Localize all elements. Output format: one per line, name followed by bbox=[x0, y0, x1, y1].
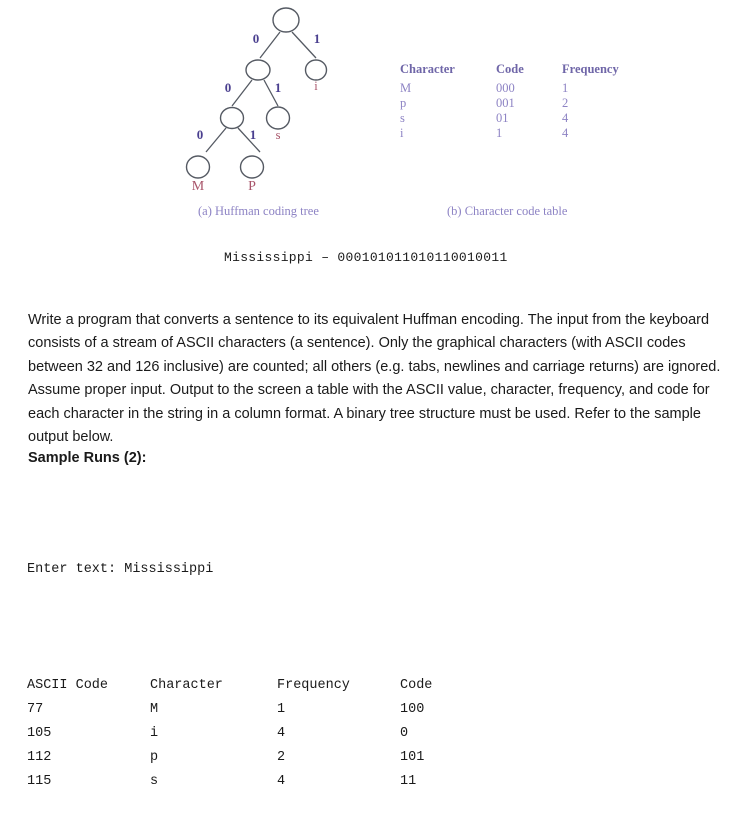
output-cell-frequency: 2 bbox=[277, 750, 286, 765]
tree-edge-n1-left bbox=[231, 79, 253, 107]
figure-caption-table: (b) Character code table bbox=[447, 204, 568, 218]
code-table-cell-character: i bbox=[400, 126, 404, 140]
output-table-header-frequency: Frequency bbox=[277, 678, 350, 693]
console-output-block: Enter text: Mississippi ASCII Code Chara… bbox=[27, 510, 480, 818]
table-row: 115 s 4 11 bbox=[27, 770, 480, 794]
character-code-table: Character Code Frequency M 000 1 p 001 2… bbox=[400, 62, 632, 141]
tree-edge-label-1-root: 1 bbox=[314, 31, 321, 46]
figure-caption-tree: (a) Huffman coding tree bbox=[198, 204, 319, 218]
output-cell-character: p bbox=[150, 750, 159, 765]
tree-edge-label-0-root: 0 bbox=[253, 31, 260, 46]
table-row: 112 p 2 101 bbox=[27, 746, 480, 770]
tree-node-leaf-m bbox=[185, 155, 211, 179]
output-cell-ascii: 115 bbox=[27, 774, 52, 789]
code-table-cell-code: 1 bbox=[496, 126, 503, 140]
sample-runs-heading: Sample Runs (2): bbox=[28, 450, 147, 466]
tree-edge-root-right bbox=[291, 31, 317, 59]
output-cell-frequency: 1 bbox=[277, 702, 286, 717]
tree-edge-label-1-n2: 1 bbox=[250, 127, 257, 142]
problem-statement-text: Write a program that converts a sentence… bbox=[28, 311, 721, 446]
code-table-cell-code: 001 bbox=[496, 96, 515, 110]
code-table-header-frequency: Frequency bbox=[562, 62, 619, 76]
encoded-example-line: Mississippi – 000101011010110010011 bbox=[224, 250, 508, 265]
output-cell-character: i bbox=[150, 726, 159, 741]
output-cell-character: M bbox=[150, 702, 159, 717]
output-cell-ascii: 112 bbox=[27, 750, 52, 765]
output-cell-ascii: 105 bbox=[27, 726, 52, 741]
console-output-table: ASCII Code Character Frequency Code 77 M… bbox=[27, 674, 480, 794]
output-table-header-ascii-code: ASCII Code bbox=[27, 678, 109, 693]
code-table-cell-code: 000 bbox=[496, 81, 515, 95]
output-cell-code: 0 bbox=[400, 726, 409, 741]
table-row: 77 M 1 100 bbox=[27, 698, 480, 722]
code-table-cell-character: p bbox=[400, 96, 407, 110]
output-cell-code: 101 bbox=[400, 750, 425, 765]
output-cell-ascii: 77 bbox=[27, 702, 44, 717]
tree-edge-n2-left bbox=[205, 127, 227, 153]
huffman-coding-tree-figure: 0 1 0 1 0 1 i s M P bbox=[180, 0, 360, 200]
tree-node-leaf-s bbox=[265, 106, 291, 130]
tree-leaf-label-p: P bbox=[248, 179, 256, 194]
code-table-cell-character: M bbox=[400, 81, 412, 95]
code-table-header-character: Character bbox=[400, 62, 455, 76]
table-row: s 01 4 bbox=[400, 111, 632, 126]
tree-leaf-label-s: s bbox=[276, 128, 281, 142]
figure-area: 0 1 0 1 0 1 i s M P (a) Huffman coding t… bbox=[0, 0, 747, 230]
tree-node-leaf-i bbox=[304, 59, 328, 81]
console-prompt-line: Enter text: Mississippi bbox=[27, 562, 214, 577]
table-row: i 1 4 bbox=[400, 126, 632, 141]
code-table-cell-frequency: 2 bbox=[562, 96, 569, 110]
code-table-cell-frequency: 4 bbox=[562, 111, 569, 125]
table-row: p 001 2 bbox=[400, 96, 632, 111]
code-table-cell-character: s bbox=[400, 111, 405, 125]
output-table-header-character: Character bbox=[150, 678, 223, 693]
output-cell-code: 11 bbox=[400, 774, 417, 789]
code-table-cell-frequency: 4 bbox=[562, 126, 569, 140]
code-table-header-code: Code bbox=[496, 62, 524, 76]
tree-leaf-label-i: i bbox=[314, 79, 318, 93]
output-cell-frequency: 4 bbox=[277, 774, 286, 789]
tree-edge-label-0-n1: 0 bbox=[225, 80, 232, 95]
tree-node-leaf-p bbox=[239, 155, 265, 179]
huffman-tree-diagram: 0 1 0 1 0 1 i s M P bbox=[185, 7, 328, 194]
table-row: M 000 1 bbox=[400, 81, 632, 96]
code-table-cell-frequency: 1 bbox=[562, 81, 569, 95]
output-cell-code: 100 bbox=[400, 702, 425, 717]
code-table-cell-code: 01 bbox=[496, 111, 509, 125]
tree-edge-root-left bbox=[259, 31, 281, 59]
tree-edge-label-0-n2: 0 bbox=[197, 127, 204, 142]
output-table-header-row: ASCII Code Character Frequency Code bbox=[27, 674, 480, 698]
tree-node-root bbox=[272, 7, 300, 33]
tree-node-internal-2 bbox=[219, 106, 245, 130]
code-table-header-row: Character Code Frequency bbox=[400, 62, 632, 81]
tree-node-internal-1 bbox=[245, 59, 271, 81]
output-cell-frequency: 4 bbox=[277, 726, 286, 741]
table-row: 105 i 4 0 bbox=[27, 722, 480, 746]
tree-leaf-label-m: M bbox=[192, 179, 205, 194]
tree-edge-label-1-n1: 1 bbox=[275, 80, 282, 95]
output-cell-character: s bbox=[150, 774, 159, 789]
output-table-header-code: Code bbox=[400, 678, 433, 693]
